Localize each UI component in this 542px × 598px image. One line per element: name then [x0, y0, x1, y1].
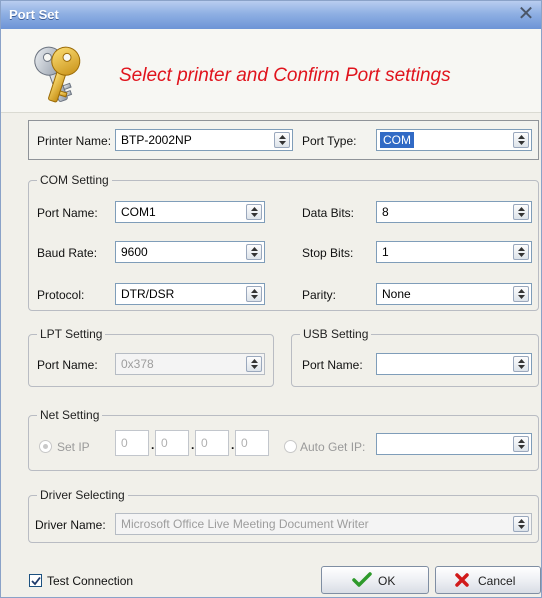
- auto-get-ip-radio[interactable]: [284, 440, 297, 453]
- ip-address-field: 0 . 0 . 0 . 0: [115, 430, 269, 456]
- parity-select[interactable]: None: [376, 283, 532, 305]
- dropdown-arrow-icon: [246, 356, 262, 372]
- printer-group: Printer Name: BTP-2002NP Port Type: COM: [28, 120, 539, 160]
- keys-icon: [34, 46, 81, 103]
- dropdown-arrow-icon: [513, 286, 529, 302]
- baud-rate-select[interactable]: 9600: [115, 241, 265, 263]
- printer-name-value: BTP-2002NP: [121, 133, 192, 147]
- set-ip-radio[interactable]: [39, 440, 52, 453]
- auto-get-ip-label: Auto Get IP:: [300, 440, 366, 454]
- cancel-button-label: Cancel: [478, 574, 516, 588]
- stop-bits-label: Stop Bits:: [302, 246, 354, 260]
- test-connection-label: Test Connection: [47, 574, 134, 588]
- ip-octet-1[interactable]: 0: [115, 430, 149, 456]
- auto-get-ip-select[interactable]: [376, 433, 532, 455]
- com-port-name-value: COM1: [121, 205, 156, 219]
- usb-setting-group: USB Setting Port Name:: [291, 327, 539, 387]
- lpt-setting-legend: LPT Setting: [37, 327, 106, 341]
- lpt-port-name-value: 0x378: [121, 357, 154, 371]
- dropdown-arrow-icon: [513, 436, 529, 452]
- dropdown-arrow-icon: [513, 244, 529, 260]
- protocol-value: DTR/DSR: [121, 287, 175, 301]
- cancel-button[interactable]: Cancel: [435, 566, 541, 594]
- dropdown-arrow-icon: [513, 516, 529, 532]
- data-bits-value: 8: [382, 205, 389, 219]
- dropdown-arrow-icon: [246, 204, 262, 220]
- close-button[interactable]: ✕: [515, 3, 537, 25]
- header-message: Select printer and Confirm Port settings: [119, 65, 451, 86]
- driver-selecting-legend: Driver Selecting: [37, 488, 128, 502]
- parity-value: None: [382, 287, 411, 301]
- dropdown-arrow-icon: [513, 204, 529, 220]
- ip-dot: .: [231, 438, 235, 452]
- ip-octet-3[interactable]: 0: [195, 430, 229, 456]
- dropdown-arrow-icon: [246, 286, 262, 302]
- protocol-select[interactable]: DTR/DSR: [115, 283, 265, 305]
- title-bar[interactable]: Port Set ✕: [1, 1, 541, 29]
- com-port-name-select[interactable]: COM1: [115, 201, 265, 223]
- com-setting-legend: COM Setting: [37, 173, 112, 187]
- stop-bits-select[interactable]: 1: [376, 241, 532, 263]
- dropdown-arrow-icon: [246, 244, 262, 260]
- driver-name-select[interactable]: Microsoft Office Live Meeting Document W…: [115, 513, 532, 535]
- test-connection-checkbox[interactable]: [29, 574, 42, 587]
- close-icon: ✕: [517, 3, 535, 25]
- com-port-name-label: Port Name:: [37, 206, 98, 220]
- dropdown-arrow-icon: [513, 356, 529, 372]
- lpt-port-name-select[interactable]: 0x378: [115, 353, 265, 375]
- cancel-x-icon: [455, 573, 469, 587]
- port-set-dialog: Port Set ✕ Select printer and Confirm Po…: [0, 0, 542, 598]
- dropdown-arrow-icon: [274, 132, 290, 148]
- baud-rate-value: 9600: [121, 245, 148, 259]
- com-setting-group: COM Setting Port Name: COM1 Baud Rate: 9…: [28, 173, 539, 311]
- ip-dot: .: [191, 438, 195, 452]
- dialog-header: Select printer and Confirm Port settings: [1, 29, 541, 113]
- dropdown-arrow-icon: [513, 132, 529, 148]
- port-type-value: COM: [380, 132, 414, 148]
- printer-name-select[interactable]: BTP-2002NP: [115, 129, 293, 151]
- driver-name-value: Microsoft Office Live Meeting Document W…: [121, 517, 369, 531]
- stop-bits-value: 1: [382, 245, 389, 259]
- ip-dot: .: [151, 438, 155, 452]
- baud-rate-label: Baud Rate:: [37, 246, 98, 260]
- protocol-label: Protocol:: [37, 288, 85, 302]
- data-bits-select[interactable]: 8: [376, 201, 532, 223]
- usb-port-name-label: Port Name:: [302, 358, 363, 372]
- parity-label: Parity:: [302, 288, 337, 302]
- lpt-setting-group: LPT Setting Port Name: 0x378: [28, 327, 274, 387]
- lpt-port-name-label: Port Name:: [37, 358, 98, 372]
- set-ip-label: Set IP: [57, 440, 90, 454]
- check-icon: [352, 572, 372, 587]
- ip-octet-4[interactable]: 0: [235, 430, 269, 456]
- checkmark-icon: [31, 576, 41, 586]
- driver-selecting-group: Driver Selecting Driver Name: Microsoft …: [28, 488, 539, 543]
- ok-button[interactable]: OK: [321, 566, 429, 594]
- port-type-label: Port Type:: [302, 134, 357, 148]
- usb-setting-legend: USB Setting: [300, 327, 372, 341]
- ok-button-label: OK: [378, 574, 396, 588]
- data-bits-label: Data Bits:: [302, 206, 355, 220]
- window-title: Port Set: [9, 7, 59, 22]
- net-setting-legend: Net Setting: [37, 408, 103, 422]
- port-type-select[interactable]: COM: [376, 129, 532, 151]
- usb-port-name-select[interactable]: [376, 353, 532, 375]
- printer-name-label: Printer Name:: [37, 134, 112, 148]
- ip-octet-2[interactable]: 0: [155, 430, 189, 456]
- driver-name-label: Driver Name:: [35, 518, 106, 532]
- net-setting-group: Net Setting Set IP 0 . 0 . 0 . 0 Auto Ge…: [28, 408, 539, 471]
